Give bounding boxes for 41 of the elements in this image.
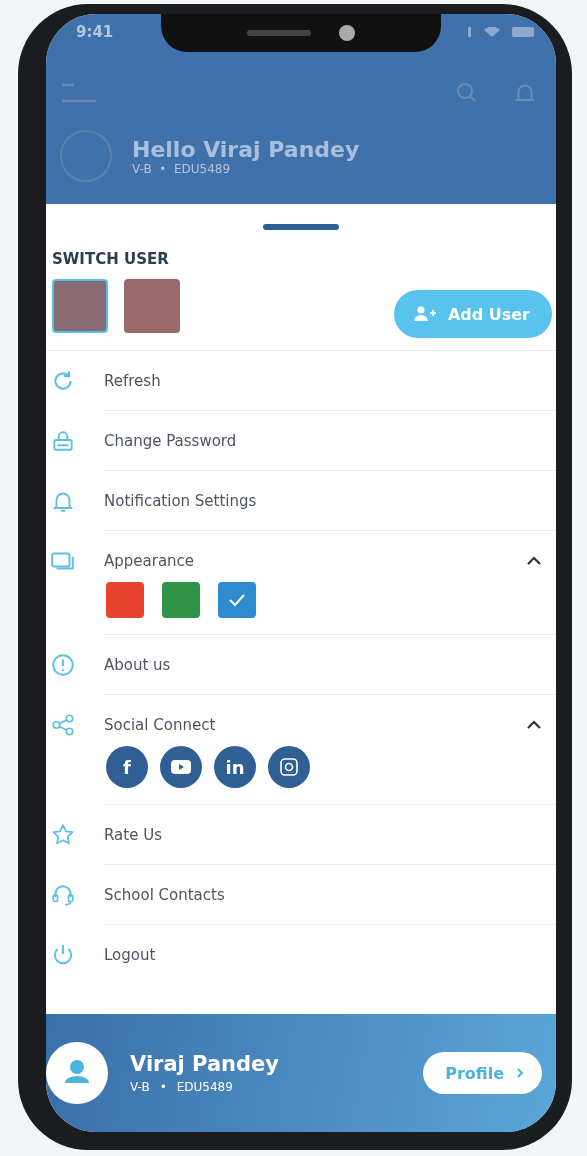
menu-item[interactable]: Appearance — [104, 551, 526, 570]
add-user-icon — [413, 306, 436, 322]
menu-item[interactable]: Change Password — [104, 431, 542, 450]
menu-item[interactable]: Notification Settings — [104, 491, 542, 510]
user-name: Viraj Pandey — [130, 1052, 281, 1076]
chevron-up-icon[interactable] — [526, 719, 542, 730]
youtube-button[interactable] — [160, 746, 202, 788]
greeting-text: Hello Viraj Pandey — [132, 136, 360, 162]
greeting-subtitle: V-B • EDU5489 — [132, 161, 232, 176]
instagram-button[interactable] — [268, 746, 310, 788]
menu-item[interactable]: About us — [104, 655, 542, 674]
theme-swatch[interactable] — [218, 582, 256, 618]
menu-item[interactable]: Rate Us — [104, 825, 542, 844]
wifi-icon — [484, 27, 500, 37]
menu-icon[interactable] — [60, 82, 96, 104]
chevron-right-icon — [516, 1067, 524, 1079]
class-label: V-B — [130, 1080, 150, 1094]
play-icon — [171, 760, 191, 774]
signal-icon — [468, 27, 472, 37]
user-avatar-icon — [46, 1042, 108, 1104]
linkedin-button[interactable]: in — [214, 746, 256, 788]
user-photo-placeholder[interactable] — [52, 279, 108, 333]
section-title: SWITCH USER — [51, 250, 170, 268]
camera-icon — [279, 757, 299, 777]
menu-item[interactable]: Refresh — [104, 371, 542, 390]
menu-item[interactable]: Logout — [104, 945, 542, 964]
info-icon — [50, 651, 76, 678]
search-icon[interactable] — [454, 80, 478, 104]
menu-item[interactable]: School Contacts — [104, 885, 542, 904]
avatar-placeholder — [60, 130, 112, 182]
student-id: EDU5489 — [176, 1080, 233, 1094]
status-time: 9:41 — [76, 23, 114, 41]
menu-item[interactable]: Social Connect — [104, 715, 526, 734]
chevron-up-icon[interactable] — [526, 555, 542, 566]
share-icon — [50, 711, 76, 738]
drag-handle[interactable] — [263, 224, 339, 230]
battery-icon — [512, 27, 534, 37]
theme-swatch[interactable] — [106, 582, 144, 618]
theme-swatch[interactable] — [162, 582, 200, 618]
facebook-button[interactable]: f — [106, 746, 148, 788]
separator-dot: • — [159, 1080, 167, 1094]
